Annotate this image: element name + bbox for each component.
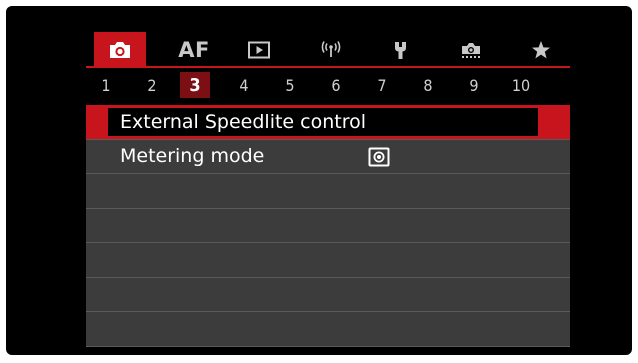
page-6[interactable]: 6 [326,72,346,98]
menu-item-label: Metering mode [120,145,265,168]
tab-my-menu[interactable] [526,34,556,66]
tab-af[interactable]: AF [174,34,214,66]
page-8[interactable]: 8 [418,72,438,98]
menu-item-metering-mode[interactable]: Metering mode [86,139,570,174]
playback-icon [248,41,270,59]
menu-category-tabs: AF [86,26,570,71]
star-icon [532,41,550,59]
menu-item-empty [86,312,570,347]
menu-list: External Speedlite control Metering mode [86,105,570,347]
evaluative-metering-icon [368,147,390,166]
page-7[interactable]: 7 [372,72,392,98]
tab-custom-functions[interactable] [454,34,488,66]
menu-item-empty [86,243,570,278]
wrench-icon [395,42,406,59]
tab-shooting[interactable] [94,32,146,68]
menu-item-external-speedlite-control[interactable]: External Speedlite control [86,105,570,140]
page-10[interactable]: 10 [506,72,536,98]
page-3[interactable]: 3 [180,72,210,98]
menu-item-empty [86,277,570,312]
page-9[interactable]: 9 [464,72,484,98]
page-5[interactable]: 5 [280,72,300,98]
menu-item-empty [86,208,570,243]
menu-page-numbers: 1 2 3 4 5 6 7 8 9 10 [86,72,570,100]
tab-setup[interactable] [386,34,416,66]
tab-underline [86,66,570,68]
page-4[interactable]: 4 [234,72,254,98]
camera-menu-screen: AF 1 2 3 4 5 6 7 8 9 10 External Speedli… [6,6,632,355]
camera-icon [110,42,130,58]
tab-playback[interactable] [244,34,274,66]
custom-function-icon [462,43,480,58]
page-1[interactable]: 1 [96,72,116,98]
tab-wireless[interactable] [316,34,346,66]
menu-item-empty [86,174,570,209]
menu-item-label: External Speedlite control [120,110,367,133]
page-2[interactable]: 2 [142,72,162,98]
tab-af-label: AF [178,38,210,62]
wireless-icon [321,41,341,57]
